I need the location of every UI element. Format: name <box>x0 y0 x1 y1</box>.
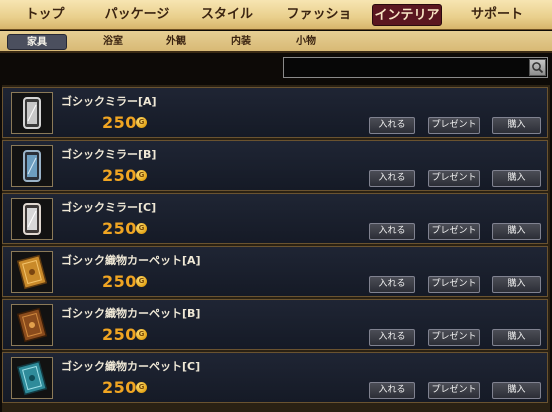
present-button[interactable]: プレゼント <box>428 117 480 134</box>
item-price: 250 <box>102 378 137 397</box>
coin-icon: G <box>136 223 147 234</box>
mirror-icon <box>11 92 53 134</box>
list-item: ゴシック織物カーペット[A] 250 G 入れる プレゼント 購入 <box>2 246 548 297</box>
buy-button[interactable]: 購入 <box>492 223 541 240</box>
put-in-button[interactable]: 入れる <box>369 382 415 399</box>
put-in-button[interactable]: 入れる <box>369 170 415 187</box>
buy-button[interactable]: 購入 <box>492 382 541 399</box>
sub-tab-bar: 家具 浴室 外観 内装 小物 <box>0 31 552 53</box>
subtab-exterior[interactable]: 外観 <box>156 34 196 50</box>
tab-package[interactable]: パッケージ <box>102 4 172 26</box>
coin-icon: G <box>136 276 147 287</box>
buy-button[interactable]: 購入 <box>492 329 541 346</box>
search-input[interactable] <box>286 60 526 75</box>
carpet-icon <box>11 251 53 293</box>
carpet-icon <box>11 357 53 399</box>
tab-top[interactable]: トップ <box>20 4 70 26</box>
list-item: ゴシックミラー[B] 250 G 入れる プレゼント 購入 <box>2 140 548 191</box>
tab-style[interactable]: スタイル <box>197 4 257 26</box>
present-button[interactable]: プレゼント <box>428 329 480 346</box>
subtab-furniture[interactable]: 家具 <box>7 34 67 50</box>
subtab-accessories[interactable]: 小物 <box>286 34 326 50</box>
present-button[interactable]: プレゼント <box>428 223 480 240</box>
present-button[interactable]: プレゼント <box>428 382 480 399</box>
present-button[interactable]: プレゼント <box>428 276 480 293</box>
item-name: ゴシック織物カーペット[C] <box>61 360 201 373</box>
item-price: 250 <box>102 272 137 291</box>
put-in-button[interactable]: 入れる <box>369 117 415 134</box>
item-name: ゴシックミラー[B] <box>61 148 157 161</box>
buy-button[interactable]: 購入 <box>492 170 541 187</box>
list-item: ゴシック織物カーペット[C] 250 G 入れる プレゼント 購入 <box>2 352 548 403</box>
put-in-button[interactable]: 入れる <box>369 276 415 293</box>
tab-support[interactable]: サポート <box>467 4 527 26</box>
carpet-icon <box>11 304 53 346</box>
item-list: ゴシックミラー[A] 250 G 入れる プレゼント 購入 ゴシックミラー[B]… <box>2 85 550 412</box>
item-name: ゴシックミラー[A] <box>61 95 157 108</box>
item-name: ゴシック織物カーペット[A] <box>61 254 201 267</box>
present-button[interactable]: プレゼント <box>428 170 480 187</box>
item-price: 250 <box>102 166 137 185</box>
coin-icon: G <box>136 329 147 340</box>
search-icon <box>532 62 544 74</box>
shop-window: トップ パッケージ スタイル ファッション インテリア サポート 家具 浴室 外… <box>0 0 552 412</box>
mirror-icon <box>11 198 53 240</box>
coin-icon: G <box>136 382 147 393</box>
list-item: ゴシック織物カーペット[B] 250 G 入れる プレゼント 購入 <box>2 299 548 350</box>
buy-button[interactable]: 購入 <box>492 117 541 134</box>
put-in-button[interactable]: 入れる <box>369 223 415 240</box>
search-button[interactable] <box>529 59 546 76</box>
list-item: ゴシックミラー[A] 250 G 入れる プレゼント 購入 <box>2 87 548 138</box>
buy-button[interactable]: 購入 <box>492 276 541 293</box>
item-name: ゴシック織物カーペット[B] <box>61 307 201 320</box>
search-box <box>283 57 548 78</box>
item-price: 250 <box>102 325 137 344</box>
coin-icon: G <box>136 117 147 128</box>
tab-fashion[interactable]: ファッション <box>283 4 355 44</box>
item-name: ゴシックミラー[C] <box>61 201 157 214</box>
item-price: 250 <box>102 113 137 132</box>
list-item: ゴシックミラー[C] 250 G 入れる プレゼント 購入 <box>2 193 548 244</box>
subtab-interior[interactable]: 内装 <box>221 34 261 50</box>
top-tab-bar: トップ パッケージ スタイル ファッション インテリア サポート <box>0 0 552 44</box>
tab-interior[interactable]: インテリア <box>372 4 442 26</box>
mirror-icon <box>11 145 53 187</box>
put-in-button[interactable]: 入れる <box>369 329 415 346</box>
subtab-bathroom[interactable]: 浴室 <box>93 34 133 50</box>
item-price: 250 <box>102 219 137 238</box>
coin-icon: G <box>136 170 147 181</box>
